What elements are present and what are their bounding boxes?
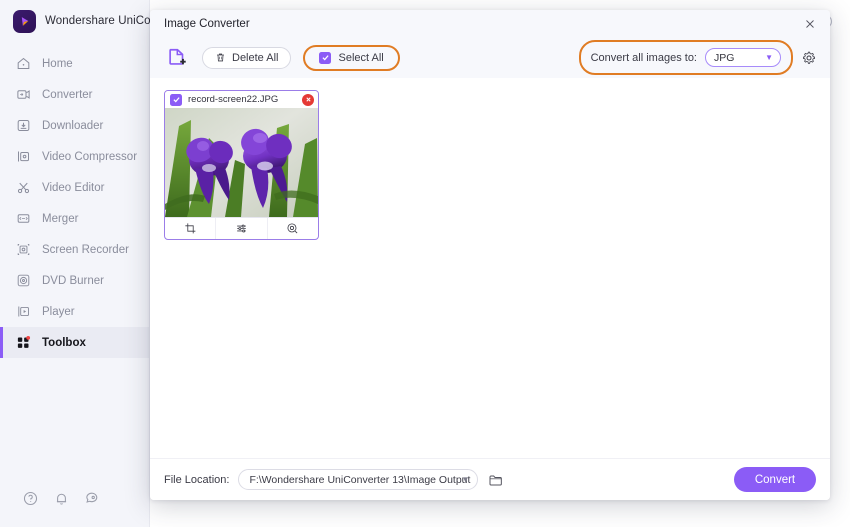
player-icon bbox=[15, 304, 31, 320]
brand: Wondershare UniConverter bbox=[0, 0, 187, 42]
compress-icon bbox=[15, 149, 31, 165]
help-icon[interactable] bbox=[22, 490, 39, 507]
merge-icon bbox=[15, 211, 31, 227]
dialog-title: Image Converter bbox=[164, 17, 250, 30]
select-all-checkbox[interactable] bbox=[319, 51, 332, 64]
sidebar-item-label: Downloader bbox=[42, 119, 104, 132]
sidebar-item-label: Home bbox=[42, 57, 73, 70]
dialog-footer: File Location: F:\Wondershare UniConvert… bbox=[150, 458, 830, 500]
toolbar-right-group: Convert all images to: JPG ▼ bbox=[578, 40, 820, 75]
scissors-icon bbox=[15, 180, 31, 196]
sidebar: Wondershare UniConverter Home Converter … bbox=[0, 0, 187, 527]
convert-button[interactable]: Convert bbox=[734, 467, 816, 492]
crop-icon[interactable] bbox=[165, 218, 217, 239]
chevron-down-icon: ▼ bbox=[765, 52, 773, 62]
sidebar-item-label: Video Compressor bbox=[42, 150, 138, 163]
screen: Wondershare UniConverter Home Converter … bbox=[0, 0, 850, 527]
convert-all-group: Convert all images to: JPG ▼ bbox=[578, 40, 793, 75]
dialog-title-bar: Image Converter bbox=[150, 10, 830, 37]
sidebar-item-merger[interactable]: Merger bbox=[0, 203, 149, 234]
close-icon[interactable] bbox=[800, 14, 820, 34]
sidebar-item-screen-recorder[interactable]: Screen Recorder bbox=[0, 234, 149, 265]
converter-icon bbox=[15, 87, 31, 103]
sidebar-item-toolbox[interactable]: Toolbox bbox=[0, 327, 149, 358]
remove-circle-icon[interactable] bbox=[302, 93, 314, 106]
file-location-value: F:\Wondershare UniConverter 13\Image Out… bbox=[249, 473, 471, 486]
download-icon bbox=[15, 118, 31, 134]
file-card-tools bbox=[165, 217, 318, 239]
file-location-label: File Location: bbox=[164, 473, 230, 486]
sidebar-item-label: Screen Recorder bbox=[42, 243, 129, 256]
sidebar-item-video-editor[interactable]: Video Editor bbox=[0, 172, 149, 203]
delete-all-button[interactable]: Delete All bbox=[202, 46, 292, 69]
sidebar-nav: Home Converter Downloader Video Compress… bbox=[0, 48, 149, 358]
file-thumbnail bbox=[165, 108, 318, 217]
sidebar-item-video-compressor[interactable]: Video Compressor bbox=[0, 141, 149, 172]
sidebar-item-converter[interactable]: Converter bbox=[0, 79, 149, 110]
screen-record-icon bbox=[15, 242, 31, 258]
folder-icon[interactable] bbox=[487, 471, 505, 489]
toolbox-icon bbox=[15, 335, 31, 351]
select-all-control[interactable]: Select All bbox=[303, 44, 400, 71]
sidebar-item-downloader[interactable]: Downloader bbox=[0, 110, 149, 141]
file-card-header: record-screen22.JPG bbox=[165, 91, 318, 108]
play-logo-icon bbox=[13, 9, 36, 33]
convert-all-label: Convert all images to: bbox=[590, 51, 697, 64]
bell-icon[interactable] bbox=[53, 490, 70, 507]
file-location-select[interactable]: F:\Wondershare UniConverter 13\Image Out… bbox=[238, 469, 479, 490]
file-card[interactable]: record-screen22.JPG bbox=[164, 90, 319, 240]
file-list-area: record-screen22.JPG bbox=[150, 78, 830, 458]
image-converter-dialog: Image Converter Delete All Select All Co… bbox=[150, 10, 830, 500]
settings-gear-icon[interactable] bbox=[800, 49, 818, 67]
sidebar-item-home[interactable]: Home bbox=[0, 48, 149, 79]
file-checkbox[interactable] bbox=[170, 93, 182, 106]
output-format-select[interactable]: JPG ▼ bbox=[705, 48, 781, 67]
sidebar-item-label: Player bbox=[42, 305, 75, 318]
disc-icon bbox=[15, 273, 31, 289]
trash-icon bbox=[215, 52, 226, 63]
dialog-toolbar: Delete All Select All Convert all images… bbox=[150, 37, 830, 78]
sidebar-item-label: Video Editor bbox=[42, 181, 105, 194]
effects-icon[interactable] bbox=[268, 218, 318, 239]
sidebar-item-label: Merger bbox=[42, 212, 79, 225]
add-file-icon[interactable] bbox=[164, 45, 190, 71]
output-format-value: JPG bbox=[714, 51, 735, 64]
sidebar-item-label: Toolbox bbox=[42, 336, 86, 349]
select-all-label: Select All bbox=[338, 51, 384, 64]
adjust-icon[interactable] bbox=[216, 218, 268, 239]
delete-all-label: Delete All bbox=[232, 51, 279, 64]
sidebar-item-dvd-burner[interactable]: DVD Burner bbox=[0, 265, 149, 296]
file-name: record-screen22.JPG bbox=[188, 94, 279, 105]
sidebar-item-label: DVD Burner bbox=[42, 274, 104, 287]
sidebar-item-player[interactable]: Player bbox=[0, 296, 149, 327]
home-icon bbox=[15, 56, 31, 72]
chevron-down-icon: ▼ bbox=[461, 474, 470, 484]
sidebar-item-label: Converter bbox=[42, 88, 93, 101]
sidebar-footer bbox=[0, 483, 149, 527]
feedback-icon[interactable] bbox=[84, 490, 101, 507]
